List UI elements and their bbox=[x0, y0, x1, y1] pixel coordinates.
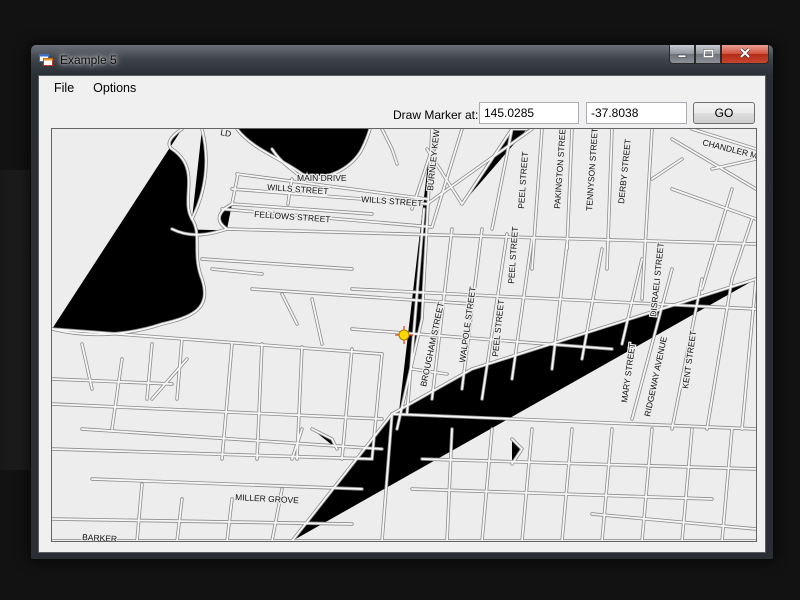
go-button[interactable]: GO bbox=[693, 102, 755, 124]
window-client-area: File Options Draw Marker at: GO bbox=[38, 75, 766, 553]
caption-buttons bbox=[669, 45, 769, 65]
close-button[interactable] bbox=[721, 45, 769, 64]
street-label-pakington-street: PAKINGTON STREET bbox=[552, 129, 568, 209]
street-label-barker: BARKER bbox=[82, 532, 117, 541]
marker-toolbar: Draw Marker at: GO bbox=[39, 102, 765, 126]
latitude-input[interactable] bbox=[586, 102, 687, 124]
menu-file[interactable]: File bbox=[39, 76, 83, 100]
menu-bar: File Options bbox=[39, 76, 765, 100]
street-label-tennyson-street: TENNYSON STREET bbox=[584, 129, 600, 211]
street-label-burnley-kew: BURNLEY-KEW bbox=[425, 129, 441, 191]
street-label-peel-street-south: PEEL STREET bbox=[490, 299, 506, 357]
marker-dot bbox=[398, 329, 410, 341]
minimize-icon bbox=[677, 47, 687, 61]
street-label-peel-street-north: PEEL STREET bbox=[516, 151, 530, 209]
draw-marker-label: Draw Marker at: bbox=[393, 108, 479, 122]
street-map[interactable]: LD MAIN DRIVE WILLS STREET WILLS STREET … bbox=[52, 129, 756, 541]
map-view[interactable]: LD MAIN DRIVE WILLS STREET WILLS STREET … bbox=[51, 128, 757, 542]
maximize-button[interactable] bbox=[695, 45, 721, 64]
window-title: Example 5 bbox=[60, 53, 117, 67]
close-icon bbox=[739, 47, 751, 61]
app-window-icon[interactable] bbox=[39, 54, 53, 66]
application-window: Example 5 File Options Draw Marker at: 1… bbox=[30, 44, 774, 560]
maximize-icon bbox=[702, 47, 714, 61]
longitude-input[interactable] bbox=[479, 102, 579, 124]
menu-options[interactable]: Options bbox=[93, 76, 145, 100]
street-label-main-drive: MAIN DRIVE bbox=[297, 173, 347, 183]
street-label-partial-top: LD bbox=[220, 129, 232, 139]
street-label-miller-grove: MILLER GROVE bbox=[235, 492, 300, 505]
street-label-ridgeway-avenue: RIDGEWAY AVENUE bbox=[642, 335, 669, 417]
street-label-kent-street: KENT STREET bbox=[680, 330, 698, 389]
street-label-derby-street: DERBY STREET bbox=[616, 138, 633, 204]
title-bar[interactable]: Example 5 bbox=[31, 45, 773, 75]
minimize-button[interactable] bbox=[669, 45, 695, 64]
street-label-walpole-street: WALPOLE STREET bbox=[457, 286, 478, 363]
